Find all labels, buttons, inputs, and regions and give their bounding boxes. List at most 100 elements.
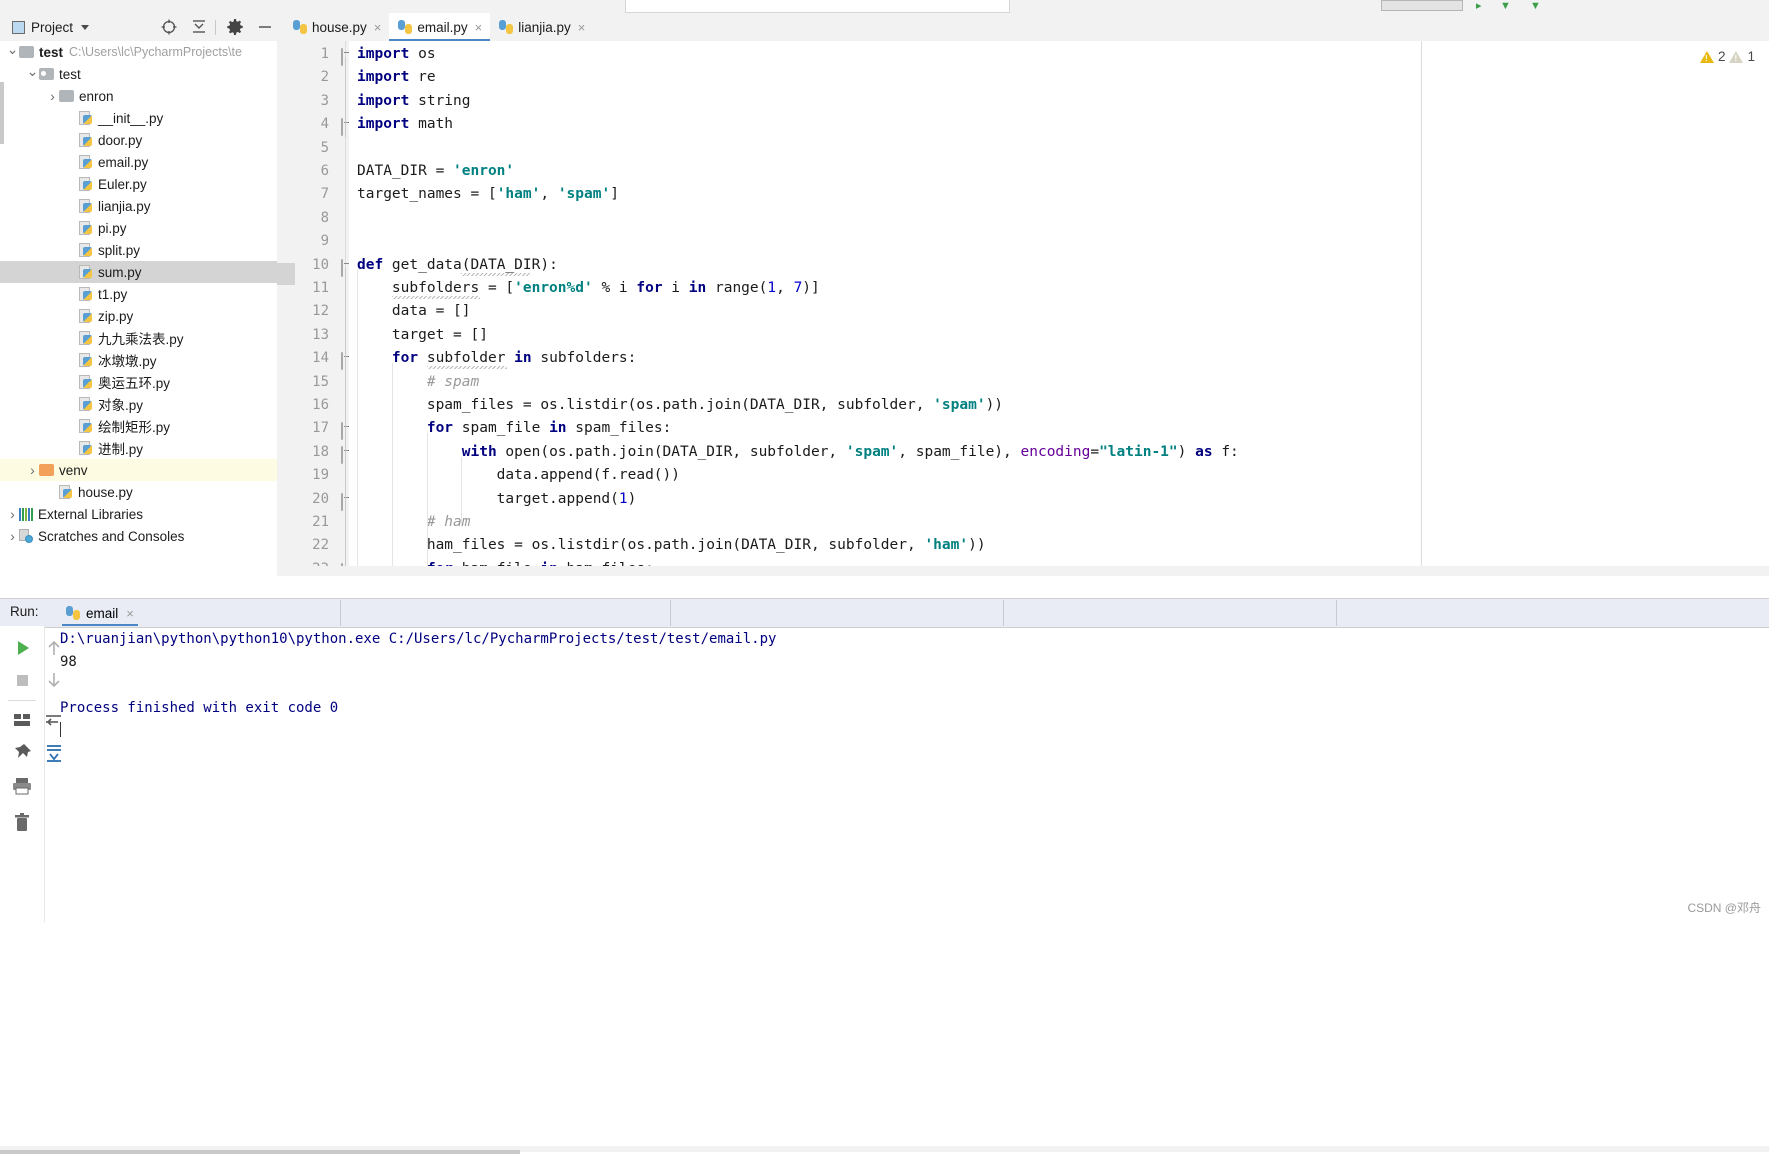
console-scrollbar[interactable] (0, 1150, 520, 1154)
tree-item-Scratches and Consoles[interactable]: Scratches and Consoles (0, 525, 277, 547)
tree-item-enron[interactable]: enron (0, 85, 277, 107)
tree-item-label: test (59, 66, 81, 82)
code-line[interactable]: # ham (357, 511, 471, 534)
fold-marker-icon[interactable] (341, 492, 352, 511)
chevron-right-icon[interactable] (26, 463, 39, 478)
python-file-icon (79, 352, 93, 368)
code-line[interactable]: import os (357, 43, 436, 66)
tree-item-t1.py[interactable]: t1.py (0, 283, 277, 305)
tree-item-Euler.py[interactable]: Euler.py (0, 173, 277, 195)
code-line[interactable]: with open(os.path.join(DATA_DIR, subfold… (357, 441, 1239, 464)
tree-item-进制.py[interactable]: 进制.py (0, 437, 277, 459)
indent-guide (357, 269, 358, 576)
code-line[interactable]: target = [] (357, 324, 488, 347)
locate-icon[interactable] (160, 18, 178, 36)
code-line[interactable]: spam_files = os.listdir(os.path.join(DAT… (357, 394, 1003, 417)
pin-icon[interactable] (10, 741, 34, 765)
tree-item-绘制矩形.py[interactable]: 绘制矩形.py (0, 415, 277, 437)
tree-item-九九乘法表.py[interactable]: 九九乘法表.py (0, 327, 277, 349)
tree-item-path: C:\Users\lc\PycharmProjects\te (69, 45, 242, 59)
project-window-icon (12, 20, 25, 34)
close-icon[interactable]: × (124, 607, 134, 620)
debug-icon-ghost[interactable]: ▼ (1500, 1, 1511, 12)
code-line[interactable]: DATA_DIR = 'enron' (357, 160, 514, 183)
tree-item-对象.py[interactable]: 对象.py (0, 393, 277, 415)
code-line[interactable]: ham_files = os.listdir(os.path.join(DATA… (357, 534, 986, 557)
python-file-icon (79, 242, 93, 258)
tree-item-door.py[interactable]: door.py (0, 129, 277, 151)
collapse-all-icon[interactable] (190, 18, 208, 36)
stop-icon[interactable] (10, 668, 34, 692)
print-icon[interactable] (10, 774, 34, 798)
code-line[interactable]: import string (357, 90, 471, 113)
trash-icon[interactable] (10, 811, 34, 835)
line-number: 10 (312, 256, 329, 273)
editor-tab-email[interactable]: email.py × (389, 13, 491, 41)
settings-gear-icon[interactable] (226, 18, 244, 36)
code-editor[interactable]: 1 import os 2 import re 3 import string 4 impor… (277, 41, 1769, 576)
tree-item-zip.py[interactable]: zip.py (0, 305, 277, 327)
project-tree[interactable]: test C:\Users\lc\PycharmProjects\te test en… (0, 41, 278, 576)
python-file-icon (79, 374, 93, 390)
line-number: 9 (320, 233, 329, 250)
fold-marker-icon[interactable] (341, 422, 352, 441)
tree-item-奥运五环.py[interactable]: 奥运五环.py (0, 371, 277, 393)
tree-item-__init__.py[interactable]: __init__.py (0, 107, 277, 129)
tree-item-test[interactable]: test (0, 63, 277, 85)
chevron-down-icon[interactable] (81, 24, 90, 30)
inspection-widget[interactable]: 2 1 (1699, 49, 1755, 64)
hide-icon[interactable] (256, 18, 274, 36)
tree-item-email.py[interactable]: email.py (0, 151, 277, 173)
close-icon[interactable]: × (372, 21, 382, 34)
tree-item-lianjia.py[interactable]: lianjia.py (0, 195, 277, 217)
code-line[interactable]: import re (357, 66, 436, 89)
run-toolbar-divider (44, 626, 45, 922)
console-caret (60, 720, 1760, 743)
fold-marker-icon[interactable] (341, 352, 352, 371)
editor-tab-lianjia[interactable]: lianjia.py × (490, 13, 594, 41)
tree-scrollbar[interactable] (0, 82, 4, 144)
fold-marker-icon[interactable] (341, 118, 352, 137)
close-icon[interactable]: × (576, 21, 586, 34)
toolbar-divider (215, 20, 216, 35)
run-console-output[interactable]: D:\ruanjian\python\python10\python.exe C… (60, 628, 1760, 918)
chevron-right-icon[interactable] (46, 89, 59, 104)
tree-item-test[interactable]: test C:\Users\lc\PycharmProjects\te (0, 41, 277, 63)
chevron-down-icon[interactable] (6, 45, 19, 60)
code-line[interactable]: data.append(f.read()) (357, 464, 680, 487)
code-line[interactable]: target_names = ['ham', 'spam'] (357, 183, 619, 206)
fold-marker-icon[interactable] (341, 258, 352, 277)
tree-item-冰墩墩.py[interactable]: 冰墩墩.py (0, 349, 277, 371)
tree-item-split.py[interactable]: split.py (0, 239, 277, 261)
chevron-right-icon[interactable] (6, 507, 19, 522)
tree-item-label: External Libraries (38, 506, 144, 522)
editor-tab-house[interactable]: house.py × (284, 13, 390, 41)
tree-item-External Libraries[interactable]: External Libraries (0, 503, 277, 525)
fold-marker-icon[interactable] (341, 48, 352, 66)
rerun-play-icon[interactable] (10, 636, 34, 660)
tree-item-venv[interactable]: venv (0, 459, 277, 481)
code-line[interactable]: import math (357, 113, 453, 136)
run-config-ghost-button[interactable] (1381, 0, 1463, 11)
tree-item-house.py[interactable]: house.py (0, 481, 277, 503)
code-line[interactable]: for spam_file in spam_files: (357, 417, 671, 440)
run-tab-email[interactable]: email × (58, 600, 142, 626)
tree-item-sum.py[interactable]: sum.py (0, 261, 277, 283)
chevron-right-icon[interactable] (6, 529, 19, 544)
print-layout-icon[interactable] (10, 708, 34, 732)
project-toolbar: Project (0, 13, 1769, 42)
tree-item-label: __init__.py (98, 110, 164, 126)
chevron-down-icon[interactable] (26, 67, 39, 82)
tree-item-pi.py[interactable]: pi.py (0, 217, 277, 239)
project-view-button[interactable]: Project (8, 16, 93, 38)
python-file-icon (499, 20, 514, 34)
fold-marker-icon[interactable] (341, 445, 352, 464)
run-icon-ghost[interactable]: ▸ (1476, 1, 1482, 12)
code-line[interactable]: data = [] (357, 300, 471, 323)
code-line[interactable]: # spam (357, 371, 479, 394)
coverage-icon-ghost[interactable]: ▼ (1530, 1, 1541, 12)
code-content[interactable]: 1 import os 2 import re 3 import string 4 impor… (277, 41, 1769, 576)
python-file-icon (79, 110, 93, 126)
code-line[interactable]: target.append(1) (357, 488, 637, 511)
close-icon[interactable]: × (473, 21, 483, 34)
